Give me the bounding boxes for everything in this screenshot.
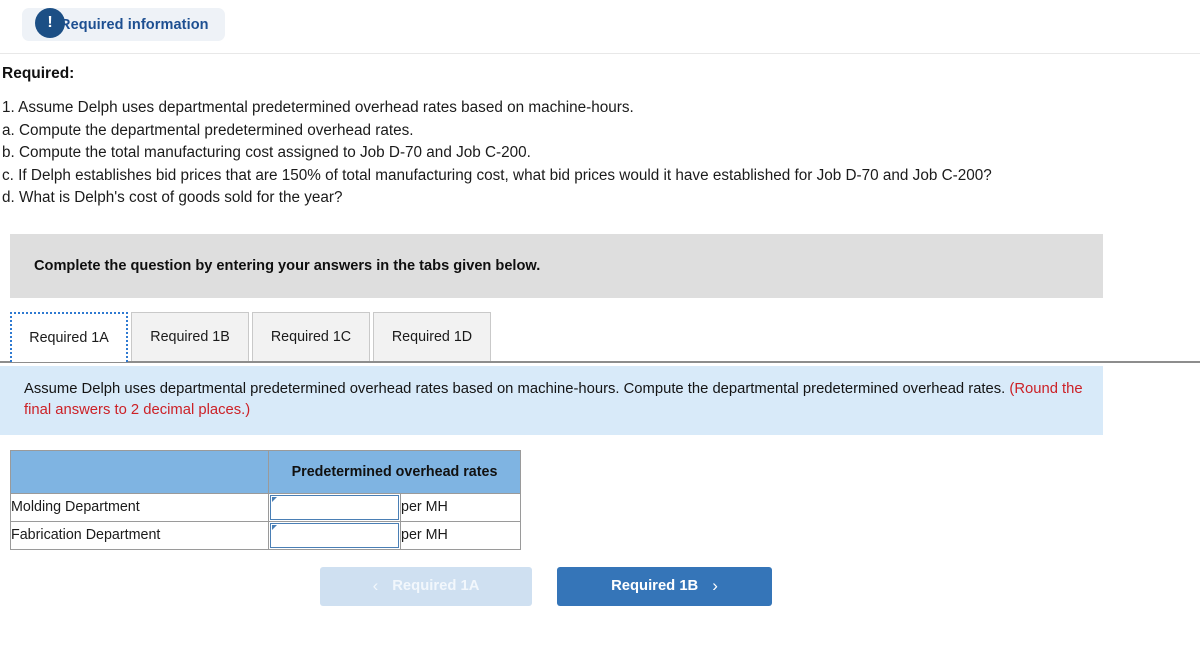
question-panel: Assume Delph uses departmental predeterm… <box>0 365 1103 435</box>
required-information-pill: ! Required information <box>22 8 225 41</box>
required-information-header: ! Required information <box>0 0 1200 54</box>
tab-required-1b-label: Required 1B <box>150 329 230 346</box>
question-panel-text: Assume Delph uses departmental predeterm… <box>24 379 1083 421</box>
table-header-blank <box>10 449 269 494</box>
tab-bar: Required 1A Required 1B Required 1C Requ… <box>0 309 1200 366</box>
next-required-label: Required 1B <box>611 578 699 595</box>
exclamation-icon: ! <box>35 8 65 38</box>
tab-list: Required 1A Required 1B Required 1C Requ… <box>10 309 494 362</box>
question-text: Assume Delph uses departmental predeterm… <box>24 380 1006 397</box>
fabrication-rate-unit: per MH <box>400 520 521 550</box>
required-item-1: 1. Assume Delph uses departmental predet… <box>2 99 634 116</box>
molding-rate-unit: per MH <box>400 492 521 522</box>
required-item-a: a. Compute the departmental predetermine… <box>2 121 414 139</box>
tab-required-1a[interactable]: Required 1A <box>10 311 128 362</box>
required-item-d: d. What is Delph's cost of goods sold fo… <box>2 189 343 207</box>
tab-required-1a-label: Required 1A <box>29 329 109 346</box>
required-item-b: b. Compute the total manufacturing cost … <box>2 144 531 162</box>
tab-required-1b[interactable]: Required 1B <box>131 311 249 362</box>
previous-required-button[interactable]: ‹ Required 1A <box>320 566 532 606</box>
required-information-label: Required information <box>60 16 209 33</box>
table-row: Molding Department per MH <box>10 492 521 522</box>
fabrication-rate-input-shell <box>270 522 399 548</box>
table-header-row: Predetermined overhead rates <box>10 449 521 494</box>
required-item-c: c. If Delph establishes bid prices that … <box>2 166 992 184</box>
answer-table: Predetermined overhead rates Molding Dep… <box>10 449 521 550</box>
chevron-left-icon: ‹ <box>372 576 379 596</box>
fabrication-rate-cell <box>268 520 401 550</box>
molding-rate-cell <box>268 492 401 522</box>
chevron-right-icon: › <box>712 576 718 596</box>
required-items-list: 1. Assume Delph uses departmental predet… <box>2 97 1200 210</box>
navigation-buttons: ‹ Required 1A Required 1B › <box>0 566 1200 606</box>
table-row: Fabrication Department per MH <box>10 520 521 550</box>
table-header-rates: Predetermined overhead rates <box>268 449 521 494</box>
molding-rate-input[interactable] <box>271 495 398 519</box>
tab-required-1d-label: Required 1D <box>391 329 473 346</box>
molding-rate-input-shell <box>270 494 399 520</box>
instruction-banner-text: Complete the question by entering your a… <box>34 257 541 274</box>
tab-required-1c-label: Required 1C <box>270 329 352 346</box>
fabrication-rate-input[interactable] <box>271 523 398 547</box>
instruction-banner: Complete the question by entering your a… <box>10 233 1103 298</box>
required-heading: Required: <box>2 65 75 82</box>
tab-required-1d[interactable]: Required 1D <box>373 311 491 362</box>
previous-required-label: Required 1A <box>392 578 480 595</box>
header-divider <box>0 53 1200 54</box>
fabrication-department-label: Fabrication Department <box>10 520 269 550</box>
tab-required-1c[interactable]: Required 1C <box>252 311 370 362</box>
tab-baseline <box>0 360 1200 363</box>
molding-department-label: Molding Department <box>10 492 269 522</box>
next-required-button[interactable]: Required 1B › <box>557 566 772 606</box>
